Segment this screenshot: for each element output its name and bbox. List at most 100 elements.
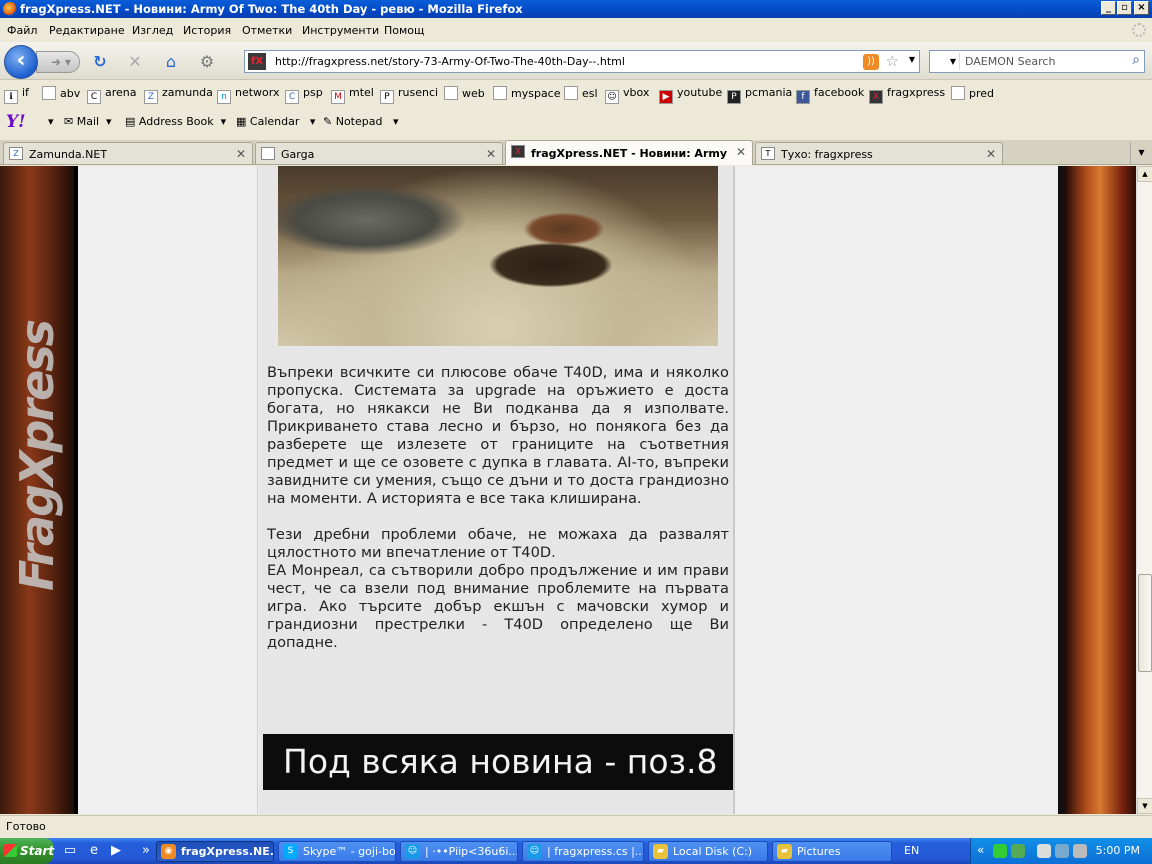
site-favicon-icon: fX <box>248 53 266 70</box>
start-button[interactable]: Start <box>0 838 54 864</box>
tab-tuho[interactable]: T Тухо: fragxpress ✕ <box>755 142 1003 164</box>
tray-app-icon[interactable] <box>1011 844 1025 858</box>
addon-icon[interactable]: ⚙ <box>197 52 217 72</box>
search-input[interactable]: DAEMON Search <box>965 55 1055 68</box>
bookmark-pcmania[interactable]: Ppcmania <box>727 86 792 104</box>
bookmark-web[interactable]: web <box>444 86 485 102</box>
home-icon[interactable]: ⌂ <box>161 52 181 72</box>
menu-history[interactable]: История <box>183 24 231 37</box>
tab-fragxpress[interactable]: X fragXpress.NET - Новини: Army O... ✕ <box>505 140 753 165</box>
tab-close-icon[interactable]: ✕ <box>986 147 996 161</box>
scroll-down-icon[interactable]: ▼ <box>1137 798 1152 814</box>
scrollbar-thumb[interactable] <box>1138 574 1152 672</box>
tab-favicon-icon: Z <box>9 147 23 160</box>
yahoo-mail-button[interactable]: ✉ Mail ▾ <box>64 115 112 128</box>
tab-close-icon[interactable]: ✕ <box>236 147 246 161</box>
search-engine-dropdown-icon[interactable]: ▼ <box>932 53 960 70</box>
reload-icon[interactable]: ↻ <box>90 52 110 72</box>
tab-zamunda[interactable]: Z Zamunda.NET ✕ <box>3 142 253 164</box>
bookmark-rusenci[interactable]: Prusenci <box>380 86 438 104</box>
bookmark-favicon-icon: ☺ <box>605 90 619 104</box>
scroll-up-icon[interactable]: ▲ <box>1137 166 1152 182</box>
bookmark-networx[interactable]: n networx <box>217 86 280 104</box>
network-icon[interactable] <box>1055 844 1069 858</box>
media-player-icon[interactable]: ▶ <box>108 843 124 859</box>
tab-close-icon[interactable]: ✕ <box>486 147 496 161</box>
ad-banner[interactable]: Под всяка новина - поз.8 <box>263 734 733 790</box>
taskbar-item-pictures[interactable]: ▰ Pictures <box>772 841 892 862</box>
article-column: Въпреки всичките си плюсове обаче T40D, … <box>259 166 735 814</box>
yahoo-toolbar: Y! ▾ ✉ Mail ▾ ▤ Address Book ▾ ▦ Calenda… <box>0 109 1152 135</box>
menu-bookmarks[interactable]: Отметки <box>242 24 292 37</box>
bookmark-psp[interactable]: Cpsp <box>285 86 323 104</box>
clock[interactable]: 5:00 PM <box>1096 844 1140 857</box>
right-column <box>737 166 1058 814</box>
menu-file[interactable]: Файл <box>7 24 37 37</box>
menu-tools[interactable]: Инструменти <box>302 24 379 37</box>
rss-feed-icon[interactable]: )) <box>863 54 879 70</box>
address-bar[interactable]: fX http://fragxpress.net/story-73-Army-O… <box>244 50 920 73</box>
title-bar: fragXpress.NET - Новини: Army Of Two: Th… <box>0 0 1152 18</box>
url-dropdown-icon[interactable]: ▼ <box>909 55 915 64</box>
facebook-icon: f <box>796 90 810 104</box>
left-column <box>78 166 258 814</box>
tray-expand-icon[interactable]: « <box>977 843 984 857</box>
activity-throbber-icon <box>1132 23 1146 37</box>
tab-garga[interactable]: Garga ✕ <box>255 142 503 164</box>
bookmark-esl[interactable]: esl <box>564 86 598 102</box>
menu-help[interactable]: Помощ <box>384 24 424 37</box>
bookmark-facebook[interactable]: f facebook <box>796 86 864 104</box>
bookmark-abv[interactable]: abv <box>42 86 80 102</box>
search-box[interactable]: ▼ DAEMON Search ⌕ <box>929 50 1145 73</box>
yahoo-logo-icon[interactable]: Y! <box>6 112 26 132</box>
taskbar-item-firefox[interactable]: ◉ fragXpress.NE... <box>156 841 274 862</box>
url-text[interactable]: http://fragxpress.net/story-73-Army-Of-T… <box>275 55 625 68</box>
menu-view[interactable]: Изглед <box>132 24 173 37</box>
bookmark-if[interactable]: ℹ if <box>4 86 29 104</box>
system-tray: « 5:00 PM <box>970 838 1152 864</box>
bookmark-star-icon[interactable]: ☆ <box>886 52 899 70</box>
quick-launch-more-icon[interactable]: » <box>138 843 154 859</box>
list-all-tabs-icon[interactable]: ▼ <box>1130 142 1152 164</box>
bookmark-pred[interactable]: pred <box>951 86 994 102</box>
page-icon <box>444 86 458 100</box>
yahoo-notepad-button[interactable]: ✎ Notepad ▾ <box>323 115 398 128</box>
page-icon <box>951 86 965 100</box>
menu-edit[interactable]: Редактиране <box>49 24 125 37</box>
tab-favicon-icon: T <box>761 147 775 160</box>
back-button[interactable]: ‹ <box>4 45 38 79</box>
forward-button[interactable]: ➜ ▾ <box>36 51 80 73</box>
search-icon[interactable]: ⌕ <box>1132 52 1140 68</box>
vertical-scrollbar[interactable]: ▲ ▼ <box>1136 166 1152 814</box>
yahoo-calendar-button[interactable]: ▦ Calendar ▾ <box>236 115 315 128</box>
firefox-icon <box>3 2 17 16</box>
language-indicator[interactable]: EN <box>904 844 919 857</box>
minimize-button[interactable]: _ <box>1101 1 1116 15</box>
bookmark-vbox[interactable]: ☺ vbox <box>605 86 649 104</box>
bookmark-arena[interactable]: Carena <box>87 86 137 104</box>
left-side-banner: FragXpress <box>0 166 74 814</box>
tab-close-icon[interactable]: ✕ <box>736 145 746 159</box>
close-button[interactable]: × <box>1134 1 1149 15</box>
bookmark-youtube[interactable]: ▶ youtube <box>659 86 722 104</box>
show-desktop-icon[interactable]: ▭ <box>62 843 78 859</box>
article-paragraph: Въпреки всичките си плюсове обаче T40D, … <box>267 364 729 507</box>
taskbar-item-chat-1[interactable]: ☺ | ·••Piip<36u6i... <box>400 841 518 862</box>
taskbar-item-skype[interactable]: S Skype™ - goji-boji <box>278 841 396 862</box>
bookmark-zamunda[interactable]: Zzamunda <box>144 86 213 104</box>
internet-explorer-icon[interactable]: e <box>86 843 102 859</box>
bookmark-myspace[interactable]: myspace <box>493 86 561 102</box>
tray-app-icon[interactable] <box>1037 844 1051 858</box>
tray-app-icon[interactable] <box>993 844 1007 858</box>
stop-icon[interactable]: ✕ <box>125 52 145 72</box>
yahoo-dropdown-icon[interactable]: ▾ <box>48 115 54 128</box>
yahoo-address-book-button[interactable]: ▤ Address Book ▾ <box>125 115 226 128</box>
maximize-button[interactable]: ▫ <box>1117 1 1132 15</box>
status-bar: Готово <box>0 815 1152 837</box>
bookmark-mtel[interactable]: Mmtel <box>331 86 374 104</box>
bookmark-fragxpress[interactable]: Xfragxpress <box>869 86 945 104</box>
volume-icon[interactable] <box>1073 844 1087 858</box>
taskbar-item-chat-2[interactable]: ☺ | fragxpress.cs |... <box>522 841 644 862</box>
taskbar-item-local-disk[interactable]: ▰ Local Disk (C:) <box>648 841 768 862</box>
page-body: Въпреки всичките си плюсове обаче T40D, … <box>78 166 1058 814</box>
